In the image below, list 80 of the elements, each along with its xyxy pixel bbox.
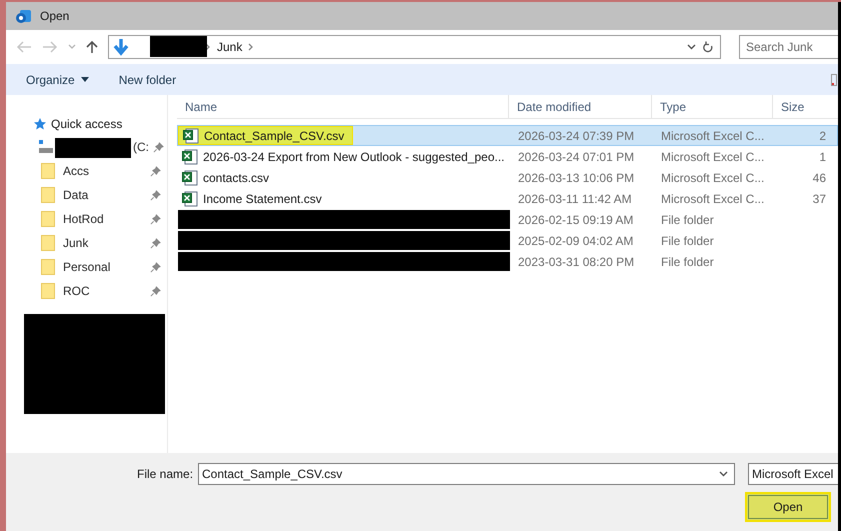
folder-icon xyxy=(41,259,55,275)
redaction-block xyxy=(150,36,207,57)
pin-icon[interactable] xyxy=(150,286,161,296)
sidebar-item[interactable]: ROC xyxy=(63,282,90,300)
file-name-field[interactable]: Contact_Sample_CSV.csv xyxy=(198,463,735,485)
file-row[interactable]: Income Statement.csv 2026-03-11 11:42 AM Microsoft Excel C... 37 xyxy=(177,188,838,209)
column-header[interactable]: Size xyxy=(773,95,833,118)
open-button[interactable]: Open xyxy=(745,492,831,522)
file-name: contacts.csv xyxy=(203,170,270,186)
date-cell-text: 2026-03-24 07:39 PM xyxy=(517,128,636,144)
chevron-down-icon[interactable] xyxy=(687,44,696,50)
type-cell-text: File folder xyxy=(660,232,715,250)
pin-icon[interactable] xyxy=(150,166,161,176)
spreadsheet-file-icon xyxy=(182,190,198,206)
view-options-icon[interactable] xyxy=(831,74,837,86)
spreadsheet-file-icon xyxy=(182,170,198,186)
window-title: Open xyxy=(40,8,70,25)
pin-icon[interactable] xyxy=(150,238,161,248)
file-name: Income Statement.csv xyxy=(203,190,322,208)
folder-icon xyxy=(41,235,55,251)
pin-icon[interactable] xyxy=(150,190,161,200)
caret-icon xyxy=(80,77,89,82)
app-icon xyxy=(15,8,32,24)
sidebar-item[interactable]: Accs xyxy=(63,162,90,180)
chevron-right-icon xyxy=(248,43,254,51)
column-header[interactable]: Name xyxy=(177,95,509,118)
date-cell-text: 2026-02-15 09:19 AM xyxy=(517,212,634,228)
date-cell-text: 2023-03-31 08:20 PM xyxy=(517,254,636,270)
breadcrumb-item[interactable]: Junk xyxy=(217,38,242,56)
sidebar-item[interactable]: Personal xyxy=(63,258,110,276)
quick-access-link[interactable]: Quick access xyxy=(51,115,122,133)
file-row[interactable]: contacts.csv 2026-03-13 10:06 PM Microsoft Excel C... 46 xyxy=(177,167,838,188)
file-row[interactable]: 2025-02-09 04:02 AM File folder xyxy=(177,230,838,251)
file-name-label: File name: xyxy=(137,466,194,483)
type-cell-text: Microsoft Excel C... xyxy=(660,128,766,144)
type-cell-text: Microsoft Excel C... xyxy=(660,148,766,166)
pin-icon[interactable] xyxy=(150,262,161,272)
file-row[interactable]: 2023-03-31 08:20 PM File folder xyxy=(177,251,838,272)
file-type-dropdown[interactable]: Microsoft Excel xyxy=(748,463,838,485)
date-cell-text: 2026-03-11 11:42 AM xyxy=(517,190,633,208)
type-cell-text: File folder xyxy=(660,254,715,270)
star-icon xyxy=(33,117,47,131)
size-cell-text: 2 xyxy=(818,128,826,144)
size-cell-text: 1 xyxy=(818,148,826,166)
folder-icon xyxy=(41,163,55,179)
type-cell-text: Microsoft Excel C... xyxy=(660,190,766,208)
refresh-icon[interactable] xyxy=(702,40,714,54)
spreadsheet-file-icon xyxy=(183,128,199,144)
file-row[interactable]: Contact_Sample_CSV.csv 2026-03-24 07:39 PM Microsoft Excel C... 2 xyxy=(177,125,838,146)
type-cell-text: File folder xyxy=(660,212,715,228)
chevron-down-icon xyxy=(719,471,728,477)
sidebar-item[interactable]: Junk xyxy=(63,234,88,252)
column-header[interactable]: Type xyxy=(652,95,773,118)
search-field[interactable]: Search Junk xyxy=(739,35,838,59)
sidebar-item[interactable]: HotRod xyxy=(63,210,104,228)
down-arrow-icon xyxy=(113,38,129,56)
type-cell-text: Microsoft Excel C... xyxy=(660,170,766,186)
pin-icon[interactable] xyxy=(153,142,164,152)
date-cell-text: 2026-03-24 07:01 PM xyxy=(517,148,636,166)
drive-label[interactable]: (C: xyxy=(133,138,149,156)
file-row[interactable]: 2026-03-24 Export from New Outlook - suggested_peo... 2026-03-24 07:01 PM Microsoft Excel C... 1 xyxy=(177,146,838,167)
pin-icon[interactable] xyxy=(150,214,161,224)
organize-button[interactable]: Organize xyxy=(26,70,89,88)
file-name: 2026-03-24 Export from New Outlook - suggested_peo... xyxy=(203,148,504,166)
folder-icon xyxy=(41,211,55,227)
date-cell-text: 2026-03-13 10:06 PM xyxy=(517,170,636,186)
spreadsheet-file-icon xyxy=(182,148,198,164)
folder-icon xyxy=(41,283,55,299)
column-header[interactable]: Date modified xyxy=(509,95,652,118)
new-folder-button[interactable]: New folder xyxy=(118,70,176,88)
folder-icon xyxy=(41,187,55,203)
file-row[interactable]: 2026-02-15 09:19 AM File folder xyxy=(177,209,838,230)
date-cell-text: 2025-02-09 04:02 AM xyxy=(517,232,634,250)
address-bar[interactable]: Junk xyxy=(108,35,721,59)
size-cell-text: 37 xyxy=(812,190,826,208)
up-arrow-icon[interactable] xyxy=(86,40,98,54)
file-name: Contact_Sample_CSV.csv xyxy=(204,128,344,144)
size-cell-text: 46 xyxy=(812,170,826,186)
sidebar-item[interactable]: Data xyxy=(63,186,88,204)
drive-icon xyxy=(39,140,53,154)
